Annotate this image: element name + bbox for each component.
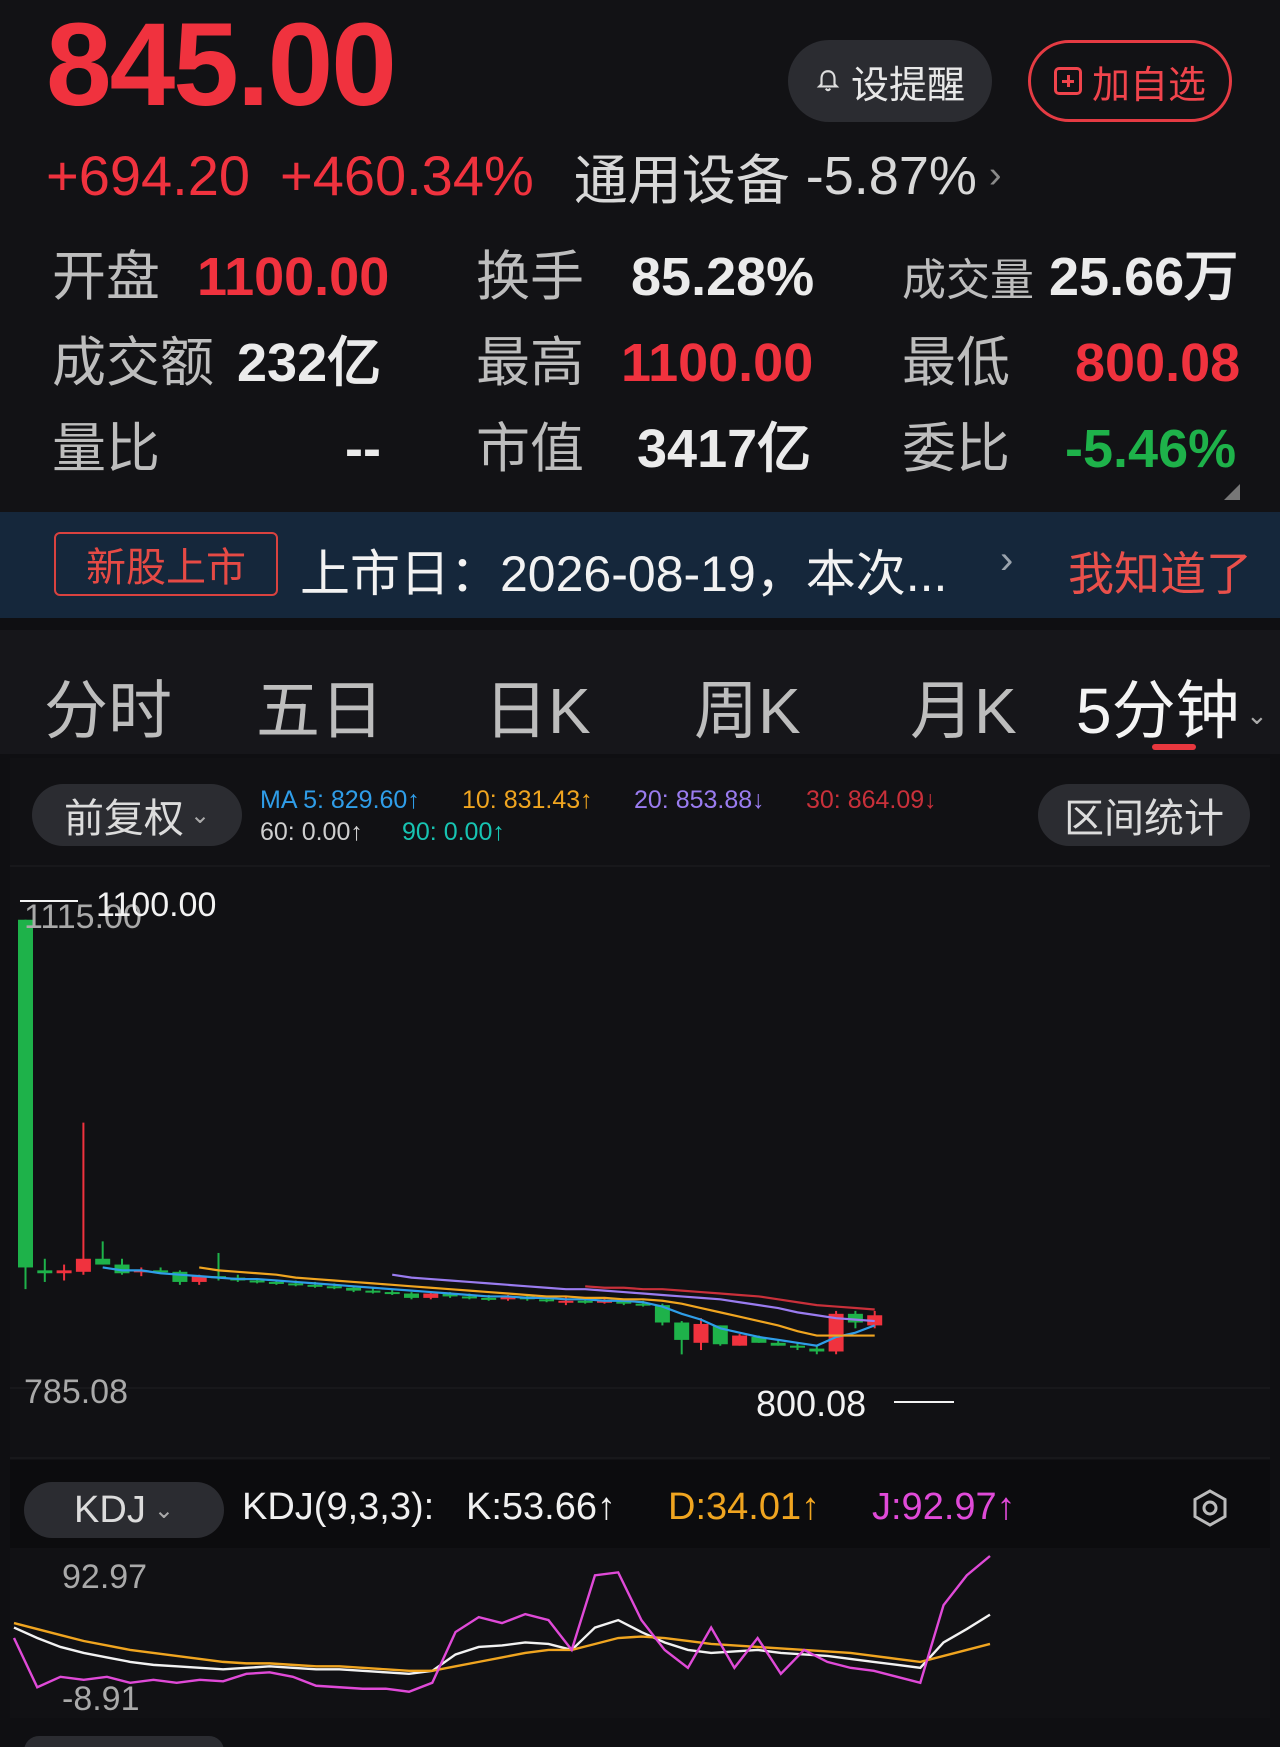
expand-corner-icon[interactable]: [1224, 484, 1240, 500]
tab-monthly-k[interactable]: 月K: [910, 660, 1017, 752]
change-row: +694.20 +460.34% 通用设备 -5.87% ›: [46, 136, 1002, 215]
candle-body: [423, 1293, 439, 1298]
stat-high: 最高 1100.00: [476, 333, 814, 393]
kline-chart[interactable]: 1115.00 785.08 1100.00 800.08: [10, 758, 1270, 1460]
candle: [75, 1122, 91, 1275]
kdj-d-value: D:34.01↑: [668, 1486, 821, 1528]
candle-body: [674, 1322, 690, 1340]
kline-y-min-label: 785.08: [24, 1373, 128, 1411]
price-change: +694.20: [46, 144, 250, 207]
kdj-toolbar: KDJ ⌄ KDJ(9,3,3): K:53.66↑ D:34.01↑ J:92…: [10, 1460, 1270, 1548]
candle-body: [75, 1258, 91, 1272]
kdj-params: KDJ(9,3,3):: [242, 1486, 435, 1528]
stat-market-cap: 市值 3417亿: [476, 419, 812, 479]
industry-change-pct: -5.87%: [805, 145, 977, 206]
set-alert-button[interactable]: 设提醒: [788, 40, 992, 122]
stat-volume: 成交量 25.66万: [902, 247, 1239, 307]
candle-body: [461, 1296, 477, 1299]
kline-panel: 前复权 ⌄ MA 5: 829.60↑ 10: 831.43↑ 20: 853.…: [10, 758, 1270, 1460]
add-watchlist-button[interactable]: 加自选: [1028, 40, 1232, 122]
candle: [404, 1292, 419, 1300]
price-change-pct: +460.34%: [279, 144, 534, 207]
kline-high-mark: 1100.00: [96, 886, 216, 924]
candle-body: [56, 1270, 72, 1274]
stat-amount: 成交额 232亿: [52, 333, 382, 393]
chevron-right-icon[interactable]: ›: [989, 154, 1002, 197]
listing-info-text[interactable]: 上市日：2026-08-19，本次...: [300, 534, 947, 606]
candle-body: [732, 1335, 748, 1346]
settings-hex-icon[interactable]: [1190, 1488, 1230, 1528]
kdj-j-line: [12, 1555, 991, 1693]
active-tab-indicator: [1152, 744, 1196, 750]
bottom-selector[interactable]: [24, 1736, 224, 1747]
tab-five-day[interactable]: 五日: [256, 660, 384, 752]
candle-body: [539, 1299, 555, 1302]
candle-body: [307, 1284, 323, 1287]
chevron-down-icon: ⌄: [153, 1496, 174, 1524]
candle: [95, 1241, 111, 1265]
kdj-chart[interactable]: 92.97 -8.91: [10, 1548, 1270, 1718]
indicator-selector[interactable]: KDJ ⌄: [24, 1482, 224, 1538]
current-price: 845.00: [46, 0, 397, 131]
tab-intraday[interactable]: 分时: [44, 660, 172, 752]
candle-body: [770, 1342, 786, 1346]
candle-body: [384, 1292, 400, 1295]
period-tabs: 分时 五日 日K 周K 月K 5分钟 ⌄: [0, 630, 1280, 754]
candle: [732, 1334, 748, 1346]
quote-header: 845.00 设提醒 加自选 +694.20 +460.34% 通用设备 -5.…: [0, 0, 1280, 512]
candle-body: [288, 1283, 304, 1286]
candle: [809, 1345, 825, 1355]
add-watchlist-label: 加自选: [1091, 64, 1206, 107]
candle-body: [577, 1300, 593, 1303]
candle-body: [346, 1287, 362, 1291]
candle: [18, 919, 33, 1290]
candle-body: [404, 1293, 419, 1298]
kdj-d-line: [13, 1621, 991, 1673]
stat-low: 最低 800.08: [902, 333, 1241, 393]
kdj-y-max-label: 92.97: [62, 1558, 147, 1596]
kdj-j-value: J:92.97↑: [872, 1486, 1016, 1528]
stat-volume-ratio: 量比 --: [52, 419, 381, 479]
candle-body: [790, 1345, 805, 1348]
candle-body: [268, 1281, 284, 1284]
kdj-y-min-label: -8.91: [62, 1680, 140, 1718]
stat-bid-ratio: 委比 -5.46%: [902, 419, 1237, 479]
new-listing-badge: 新股上市: [54, 532, 278, 596]
candle-body: [558, 1300, 574, 1303]
set-alert-label: 设提醒: [850, 64, 965, 107]
plus-box-icon: [1053, 67, 1082, 95]
candle: [56, 1264, 72, 1281]
kline-low-mark: 800.08: [756, 1383, 866, 1424]
tab-weekly-k[interactable]: 周K: [694, 660, 801, 752]
candle-body: [37, 1270, 53, 1274]
chevron-right-icon[interactable]: ›: [1000, 538, 1013, 583]
candle-body: [249, 1280, 265, 1283]
stat-turnover-rate: 换手 85.28%: [476, 247, 815, 307]
ma30-line: [585, 1285, 875, 1311]
chevron-down-icon[interactable]: ⌄: [1246, 700, 1268, 731]
candle-body: [365, 1290, 381, 1293]
candle: [114, 1258, 130, 1275]
kdj-k-value: K:53.66↑: [466, 1486, 616, 1528]
tab-daily-k[interactable]: 日K: [484, 660, 591, 752]
kdj-panel: 92.97 -8.91: [10, 1548, 1270, 1718]
ma10-line: [199, 1266, 875, 1337]
industry-link[interactable]: 通用设备: [574, 136, 790, 215]
bell-icon: [816, 70, 840, 92]
candle-body: [326, 1286, 342, 1289]
candle: [172, 1270, 188, 1285]
candle: [674, 1321, 690, 1355]
new-listing-banner[interactable]: 新股上市 上市日：2026-08-19，本次... › 我知道了: [0, 512, 1280, 618]
tab-5min[interactable]: 5分钟: [1076, 660, 1240, 752]
candle: [37, 1258, 53, 1282]
candle-body: [481, 1297, 497, 1300]
stat-open: 开盘 1100.00: [52, 247, 390, 307]
candle-body: [18, 919, 33, 1268]
candle-body: [693, 1323, 709, 1343]
candle-body: [809, 1348, 825, 1352]
candle-body: [95, 1258, 111, 1265]
dismiss-banner-button[interactable]: 我知道了: [1068, 538, 1252, 604]
